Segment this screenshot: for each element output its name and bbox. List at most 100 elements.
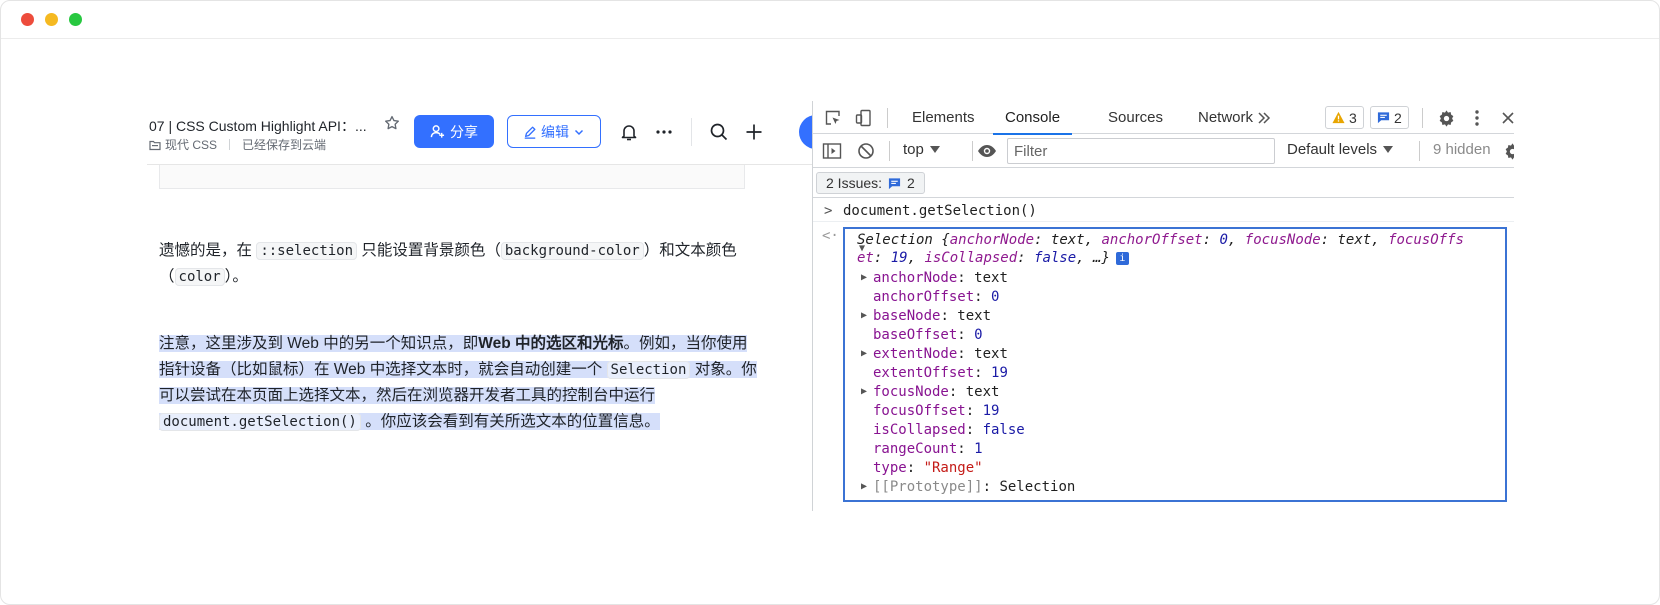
zoom-window-button[interactable] bbox=[69, 13, 82, 26]
property-key: type bbox=[873, 460, 907, 476]
text-segment: 遗憾的是，在 bbox=[159, 242, 253, 259]
inspect-element-icon[interactable] bbox=[822, 107, 844, 129]
header-divider bbox=[691, 118, 692, 146]
property-value: 19 bbox=[982, 403, 1000, 419]
bold-text: Web 中的选区和光标 bbox=[478, 335, 624, 352]
context-value: top bbox=[903, 141, 924, 158]
expand-triangle-icon[interactable]: ▶ bbox=[861, 344, 867, 364]
property-value: "Range" bbox=[923, 460, 983, 476]
text-segment: ）。 bbox=[224, 268, 248, 285]
summary-value: text bbox=[1050, 232, 1085, 248]
gear-icon[interactable] bbox=[1435, 107, 1457, 129]
summary-key: focusNode bbox=[1244, 232, 1321, 248]
kebab-menu-icon[interactable] bbox=[1466, 107, 1488, 129]
message-icon bbox=[1377, 112, 1390, 124]
inline-code: ::selection bbox=[256, 242, 358, 260]
share-button[interactable]: 分享 bbox=[414, 115, 494, 148]
warnings-count: 3 bbox=[1349, 109, 1357, 126]
property-key: extentOffset bbox=[873, 365, 975, 381]
context-selector[interactable]: top bbox=[903, 141, 940, 158]
info-icon[interactable]: i bbox=[1115, 252, 1129, 265]
eye-icon[interactable] bbox=[976, 140, 998, 162]
bell-icon[interactable] bbox=[618, 121, 640, 143]
console-command-line[interactable]: > document.getSelection() bbox=[813, 202, 1514, 222]
devtools-tab-bar: Elements Console Sources Network 3 2 bbox=[813, 101, 1514, 135]
inline-code: Selection bbox=[606, 361, 691, 379]
edit-mode-button[interactable]: 编辑 bbox=[507, 115, 601, 148]
property-value: 0 bbox=[991, 289, 1000, 305]
log-levels-value: Default levels bbox=[1287, 141, 1378, 158]
avatar[interactable] bbox=[799, 115, 812, 149]
property-value: 1 bbox=[974, 441, 983, 457]
text-segment: 。你应该会看到有关所选文本的位置信息。 bbox=[365, 413, 660, 430]
minimize-window-button[interactable] bbox=[45, 13, 58, 26]
code-block bbox=[159, 165, 745, 189]
summary-value: 0 bbox=[1219, 232, 1228, 248]
property-key: focusOffset bbox=[873, 403, 966, 419]
property-value: text bbox=[957, 308, 992, 324]
star-icon[interactable] bbox=[383, 114, 401, 132]
summary-value: text bbox=[1337, 232, 1372, 248]
document-meta: 现代 CSS 已经保存到云端 bbox=[149, 136, 326, 153]
tab-elements[interactable]: Elements bbox=[912, 101, 975, 134]
expand-triangle-icon[interactable]: ▼ bbox=[859, 240, 865, 258]
device-toolbar-icon[interactable] bbox=[853, 107, 875, 129]
tab-sources[interactable]: Sources bbox=[1108, 101, 1163, 134]
prompt-chevron-icon: > bbox=[824, 203, 833, 219]
more-icon[interactable] bbox=[653, 121, 675, 143]
property-value: 19 bbox=[991, 365, 1008, 381]
inline-code: background-color bbox=[500, 242, 644, 260]
expand-triangle-icon[interactable]: ▶ bbox=[861, 306, 867, 326]
folder-name[interactable]: 现代 CSS bbox=[165, 136, 217, 153]
inline-code: color bbox=[174, 268, 225, 286]
summary-value: 19 bbox=[890, 250, 908, 266]
document-header: 07 | CSS Custom Highlight API：... 现代 CSS… bbox=[147, 101, 812, 165]
document-title[interactable]: 07 | CSS Custom Highlight API：... bbox=[149, 116, 367, 136]
property-key: isCollapsed bbox=[873, 422, 966, 438]
text-segment: 注意，这里涉及到 Web 中的另一个知识点，即 bbox=[159, 335, 479, 352]
clear-console-icon[interactable] bbox=[855, 140, 877, 162]
property-key: baseNode bbox=[873, 308, 941, 324]
close-window-button[interactable] bbox=[21, 13, 34, 26]
save-status: 已经保存到云端 bbox=[242, 138, 327, 152]
warnings-badge[interactable]: 3 bbox=[1325, 106, 1364, 129]
selection-result[interactable]: ▼ Selection {anchorNode: text, anchorOff… bbox=[843, 227, 1507, 502]
issues-button[interactable]: 2 Issues: 2 bbox=[816, 172, 925, 194]
console-filter-input[interactable] bbox=[1007, 138, 1275, 164]
command-text: document.getSelection() bbox=[843, 203, 1037, 219]
summary-ellipsis: , …} bbox=[1076, 250, 1110, 266]
console-settings-icon[interactable] bbox=[1501, 140, 1514, 162]
tab-network[interactable]: Network bbox=[1198, 101, 1253, 134]
expand-triangle-icon[interactable]: ▶ bbox=[861, 382, 867, 402]
search-icon[interactable] bbox=[708, 121, 730, 143]
folder-icon bbox=[149, 140, 161, 150]
expand-triangle-icon[interactable]: ▶ bbox=[861, 477, 867, 497]
property-key: anchorNode bbox=[873, 270, 958, 286]
message-icon bbox=[888, 177, 901, 189]
property-key: anchorOffset bbox=[873, 289, 975, 305]
property-key: extentNode bbox=[873, 346, 958, 362]
log-levels-dropdown[interactable]: Default levels bbox=[1287, 141, 1394, 158]
share-label: 分享 bbox=[450, 123, 478, 140]
sidebar-toggle-icon[interactable] bbox=[821, 140, 843, 162]
plus-icon[interactable] bbox=[743, 121, 765, 143]
more-tabs-icon[interactable] bbox=[1253, 107, 1275, 129]
tab-console[interactable]: Console bbox=[992, 101, 1073, 135]
toolbar-divider bbox=[887, 108, 888, 128]
app-window: 07 | CSS Custom Highlight API：... 现代 CSS… bbox=[0, 0, 1660, 605]
property-value: 0 bbox=[974, 327, 983, 343]
devtools-panel: Elements Console Sources Network 3 2 top… bbox=[812, 101, 1514, 511]
property-key: [[Prototype]] bbox=[873, 479, 983, 495]
close-devtools-icon[interactable] bbox=[1497, 107, 1514, 129]
warning-icon bbox=[1332, 111, 1345, 124]
expand-triangle-icon[interactable]: ▶ bbox=[861, 268, 867, 288]
meta-divider bbox=[229, 139, 231, 150]
paragraph-selection-api[interactable]: 注意，这里涉及到 Web 中的另一个知识点，即Web 中的选区和光标。例如，当你… bbox=[159, 331, 759, 435]
messages-badge[interactable]: 2 bbox=[1370, 106, 1409, 129]
summary-key: focusOffs bbox=[1388, 232, 1464, 248]
chevron-down-icon bbox=[574, 129, 584, 135]
paragraph-selection-limits: 遗憾的是，在 ::selection 只能设置背景颜色（ background-c… bbox=[159, 238, 759, 290]
toolbar-divider bbox=[889, 141, 890, 161]
selection-summary[interactable]: ▼ Selection {anchorNode: text, anchorOff… bbox=[857, 231, 1497, 267]
hidden-messages-count: 9 hidden bbox=[1433, 141, 1491, 158]
